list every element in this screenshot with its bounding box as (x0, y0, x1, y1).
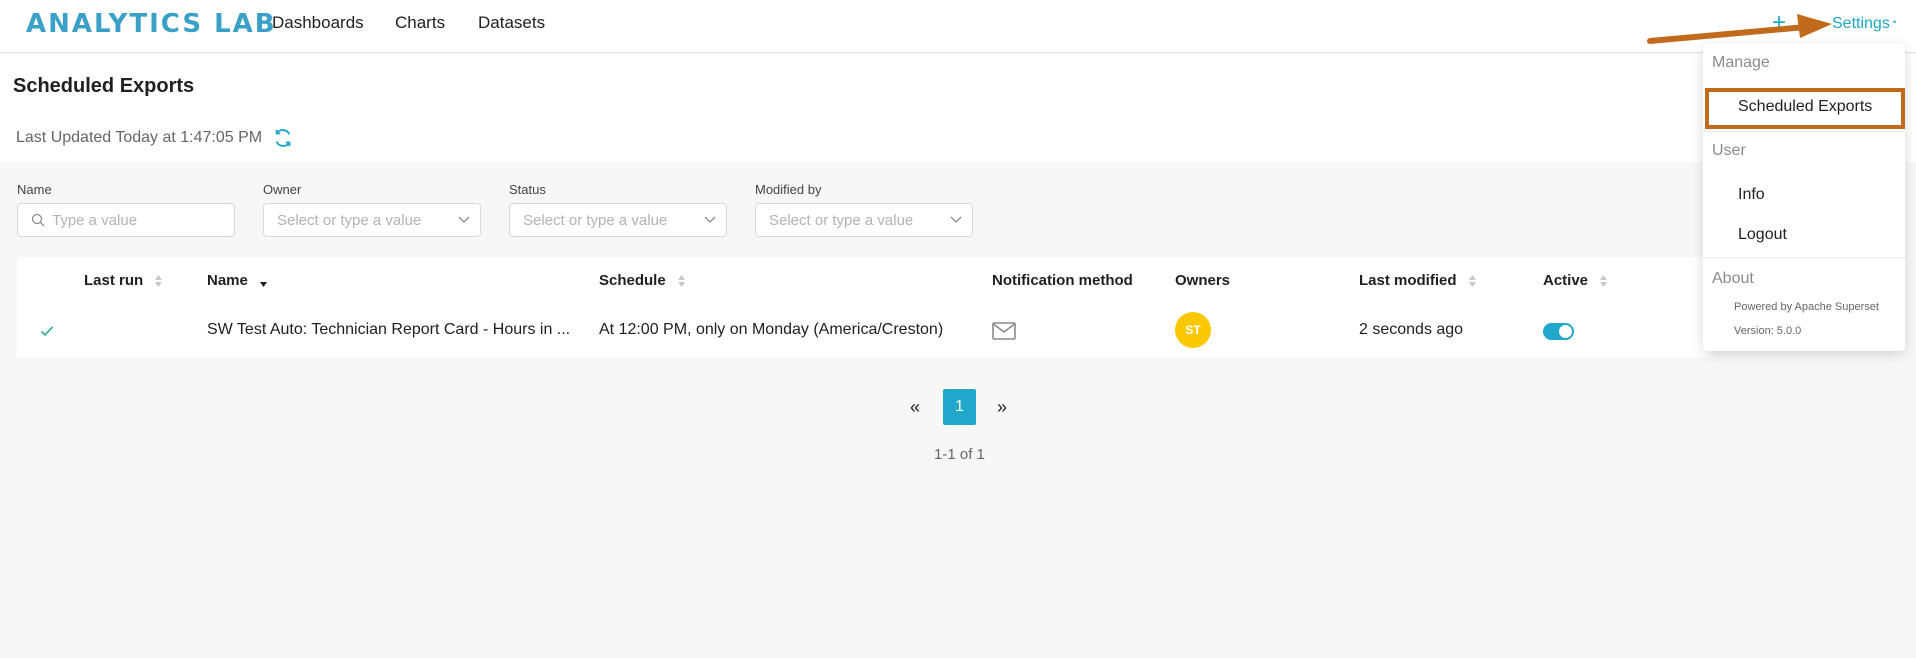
menu-divider (1703, 131, 1905, 132)
top-navigation: ANALYTICS LAB Dashboards Charts Datasets… (0, 0, 1916, 53)
column-label: Last run (84, 272, 144, 289)
menu-section-user: User (1712, 142, 1746, 159)
row-schedule-cell: At 12:00 PM, only on Monday (America/Cre… (599, 321, 944, 338)
filter-name: Name Type a value (17, 182, 235, 237)
highlight-box (1705, 88, 1905, 129)
pagination-page-1[interactable]: 1 (943, 389, 976, 425)
chevron-down-icon (950, 216, 962, 223)
pagination-range-text: 1-1 of 1 (934, 446, 985, 463)
plus-icon[interactable]: + (1772, 9, 1786, 37)
column-header-name[interactable]: Name (207, 272, 268, 289)
filter-modified-by: Modified by Select or type a value (755, 182, 973, 237)
column-header-schedule[interactable]: Schedule (599, 272, 685, 289)
nav-charts[interactable]: Charts (395, 13, 445, 33)
chevron-down-icon (458, 216, 470, 223)
active-toggle[interactable] (1543, 323, 1574, 340)
column-header-last-modified[interactable]: Last modified (1359, 272, 1476, 289)
filter-label: Name (17, 182, 52, 197)
version-text: Version: 5.0.0 (1734, 325, 1802, 337)
sort-icon (677, 275, 685, 288)
sort-icon (155, 275, 163, 288)
email-icon (992, 322, 1016, 340)
toggle-knob (1559, 325, 1572, 338)
chevron-down-icon (704, 216, 716, 223)
column-label: Last modified (1359, 272, 1457, 289)
powered-by-text: Powered by Apache Superset (1734, 301, 1879, 313)
refresh-icon[interactable] (272, 127, 294, 149)
row-last-modified-cell: 2 seconds ago (1359, 321, 1464, 338)
column-label: Active (1543, 272, 1589, 289)
page-header: Scheduled Exports Last Updated Today at … (0, 54, 1916, 162)
menu-divider (1703, 257, 1905, 258)
column-label: Schedule (599, 272, 666, 289)
menu-item-logout[interactable]: Logout (1738, 226, 1787, 244)
page-title: Scheduled Exports (13, 75, 195, 97)
select-placeholder: Select or type a value (277, 212, 422, 229)
caret-icon: • (1893, 17, 1897, 27)
pagination-prev-button[interactable]: « (910, 397, 920, 418)
owner-avatar[interactable]: ST (1175, 312, 1211, 348)
menu-item-info[interactable]: Info (1738, 186, 1765, 204)
modified-by-select[interactable]: Select or type a value (755, 203, 973, 237)
column-header-notification-method: Notification method (992, 272, 1133, 289)
row-name-cell[interactable]: SW Test Auto: Technician Report Card - H… (207, 321, 570, 339)
filter-label: Modified by (755, 182, 822, 197)
sort-icon (1468, 275, 1476, 288)
status-select[interactable]: Select or type a value (509, 203, 727, 237)
name-search-input[interactable]: Type a value (17, 203, 235, 237)
select-placeholder: Select or type a value (523, 212, 668, 229)
column-header-last-run[interactable]: Last run (84, 272, 163, 289)
search-placeholder: Type a value (52, 212, 138, 229)
app-logo[interactable]: ANALYTICS LAB (26, 9, 277, 39)
settings-menu-button[interactable]: Settings (1832, 15, 1890, 33)
sort-descending-icon (260, 282, 268, 288)
menu-section-manage: Manage (1712, 54, 1770, 71)
search-icon (31, 213, 45, 227)
column-label: Name (207, 272, 248, 289)
filter-label: Status (509, 182, 546, 197)
nav-datasets[interactable]: Datasets (478, 13, 545, 33)
filter-owner: Owner Select or type a value (263, 182, 481, 237)
exports-table: Last run Name Schedule Notification meth… (17, 257, 1711, 357)
select-placeholder: Select or type a value (769, 212, 914, 229)
column-header-active[interactable]: Active (1543, 272, 1608, 289)
last-updated-text: Last Updated Today at 1:47:05 PM (16, 129, 263, 146)
menu-section-about: About (1712, 270, 1754, 287)
pagination-next-button[interactable]: » (997, 397, 1007, 418)
sort-icon (1600, 275, 1608, 288)
column-header-owners: Owners (1175, 272, 1231, 289)
success-check-icon (40, 326, 54, 337)
nav-dashboards[interactable]: Dashboards (272, 13, 364, 33)
filter-label: Owner (263, 182, 302, 197)
owner-select[interactable]: Select or type a value (263, 203, 481, 237)
filter-status: Status Select or type a value (509, 182, 727, 237)
